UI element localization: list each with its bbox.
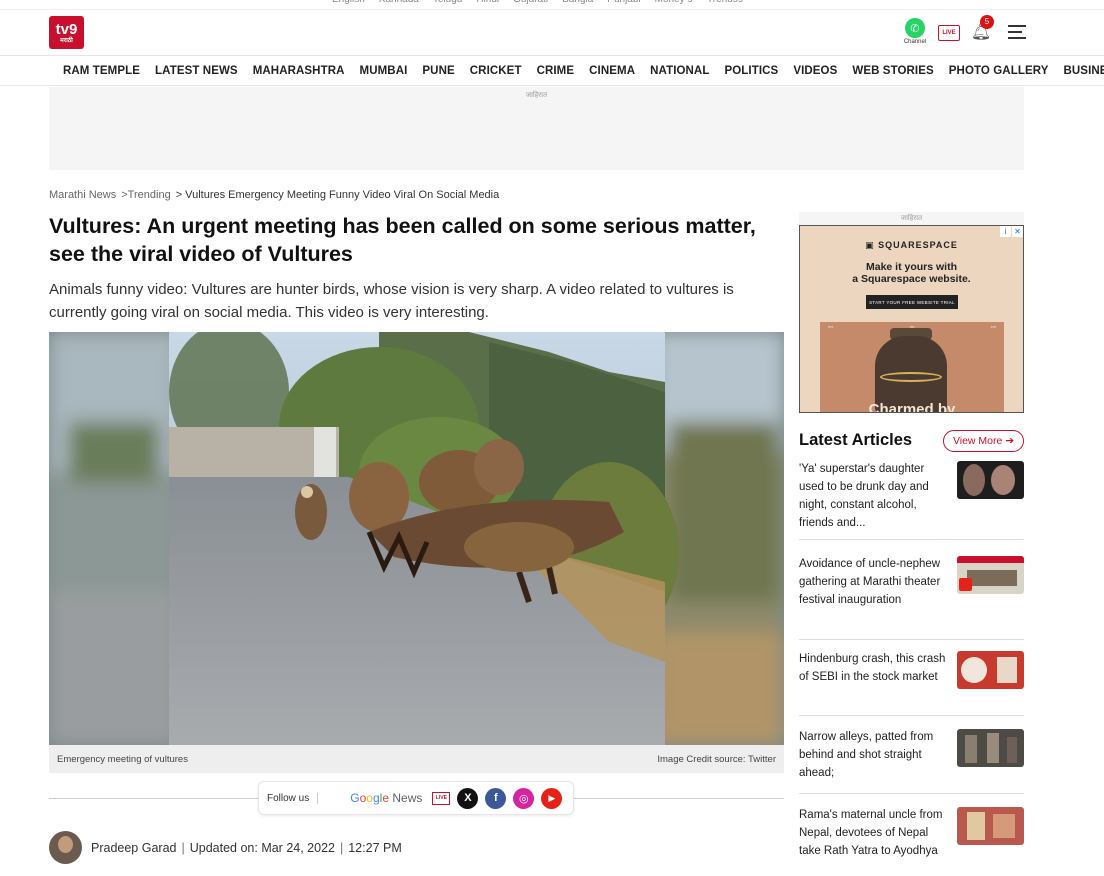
nav-item-mumbai[interactable]: MUMBAI xyxy=(360,65,408,77)
instagram-icon[interactable]: ◎ xyxy=(513,787,535,809)
whatsapp-label: Channel xyxy=(903,39,927,45)
menu-button[interactable] xyxy=(1008,24,1026,39)
latest-article-title[interactable]: Avoidance of uncle-nephew gathering at M… xyxy=(799,555,949,639)
nav-item-politics[interactable]: POLITICS xyxy=(724,65,778,77)
nav-item-latest-news[interactable]: LATEST NEWS xyxy=(155,65,238,77)
author-name[interactable]: Pradeep Garad xyxy=(91,841,176,855)
ad-headline: Make it yours with a Squarespace website… xyxy=(852,261,971,285)
latest-article-thumbnail[interactable] xyxy=(957,807,1024,845)
notification-bell-button[interactable]: 🔔︎ 5 xyxy=(970,14,994,43)
article-summary: Animals funny video: Vultures are hunter… xyxy=(49,281,734,321)
latest-article-item[interactable]: Narrow alleys, patted from behind and sh… xyxy=(799,728,1024,794)
sidebar-ad-label: जाहिरात xyxy=(799,212,1024,225)
menu-icon xyxy=(1008,24,1026,27)
youtube-icon[interactable]: ▶ xyxy=(541,787,563,809)
image-caption-bar: Emergency meeting of vultures Image Cred… xyxy=(49,745,784,773)
latest-article-title[interactable]: 'Ya' superstar's daughter used to be dru… xyxy=(799,460,949,539)
nav-item-maharashtra[interactable]: MAHARASHTRA xyxy=(253,65,345,77)
breadcrumb-current: > Vultures Emergency Meeting Funny Video… xyxy=(175,189,500,201)
ad-cta-button[interactable]: START YOUR FREE WEBSITE TRIAL xyxy=(866,295,958,309)
updated-date: Updated on: Mar 24, 2022 xyxy=(189,840,335,855)
live-tv-button[interactable]: LIVE xyxy=(938,24,960,41)
language-link[interactable]: English xyxy=(332,0,365,5)
nav-item-photo-gallery[interactable]: PHOTO GALLERY xyxy=(949,65,1049,77)
language-bar: English Kannada Telugu Hindi Gujarati Bangla P… xyxy=(0,0,1104,10)
updated-time: 12:27 PM xyxy=(348,840,402,855)
main-navigation: RAM TEMPLE LATEST NEWS MAHARASHTRA MUMBAI PU… xyxy=(0,56,1104,86)
live-tv-icon[interactable]: LIVE xyxy=(432,791,451,805)
latest-article-title[interactable]: Narrow alleys, patted from behind and sh… xyxy=(799,728,949,793)
article-hero-image[interactable] xyxy=(49,332,784,745)
author-line: Pradeep Garad | Updated on: Mar 24, 2022… xyxy=(49,831,402,864)
nav-item-pune[interactable]: PUNE xyxy=(422,65,454,77)
notification-count-badge: 5 xyxy=(980,14,994,29)
latest-articles-title: Latest Articles xyxy=(799,431,913,449)
nav-item-cricket[interactable]: CRICKET xyxy=(470,65,522,77)
latest-article-thumbnail[interactable] xyxy=(957,729,1024,767)
language-link[interactable]: Telugu xyxy=(433,0,462,5)
latest-article-item[interactable]: 'Ya' superstar's daughter used to be dru… xyxy=(799,460,1024,540)
tv9-logo[interactable]: tv9 मराठी xyxy=(49,16,84,49)
language-link[interactable]: Trends9 xyxy=(707,0,743,5)
squarespace-ad[interactable]: i ✕ ▣ SQUARESPACE Make it yours with a S… xyxy=(799,225,1024,413)
ad-close-icon[interactable]: ✕ xyxy=(1012,226,1023,237)
latest-article-item[interactable]: Hindenburg crash, this crash of SEBI in … xyxy=(799,650,1024,716)
logo-text: tv9 xyxy=(55,20,78,38)
image-credit: Image Credit source: Twitter xyxy=(657,753,776,765)
squarespace-brand: ▣ SQUARESPACE xyxy=(865,240,958,250)
latest-article-title[interactable]: Rama's maternal uncle from Nepal, devote… xyxy=(799,806,949,876)
site-header: tv9 मराठी ✆ Channel LIVE 🔔︎ 5 xyxy=(0,10,1104,56)
google-news-link[interactable]: Google News xyxy=(350,791,422,805)
breadcrumb-home-link[interactable]: Marathi News xyxy=(49,189,116,201)
x-twitter-icon[interactable]: X xyxy=(457,787,479,809)
breadcrumb: Marathi News >Trending > Vultures Emerge… xyxy=(49,189,499,201)
vultures-illustration xyxy=(49,332,784,745)
latest-article-thumbnail[interactable] xyxy=(957,461,1024,499)
ad-product-photo: ▪▪▪▪ ▪▪▪▪ ▪▪▪▪ Charmed by xyxy=(820,322,1004,413)
view-more-button[interactable]: View More ➔ xyxy=(943,430,1024,452)
nav-item-crime[interactable]: CRIME xyxy=(537,65,575,77)
language-link[interactable]: Hindi xyxy=(476,0,499,5)
sidebar-ad-slot: जाहिरात i ✕ ▣ SQUARESPACE Make it yours … xyxy=(799,212,1024,413)
follow-us-bar: Follow us Google News LIVE X f ◎ ▶ xyxy=(258,781,574,815)
latest-article-item[interactable]: Rama's maternal uncle from Nepal, devote… xyxy=(799,806,1024,876)
latest-article-thumbnail[interactable] xyxy=(957,556,1024,594)
author-avatar[interactable] xyxy=(49,831,82,864)
breadcrumb-section-link[interactable]: >Trending xyxy=(121,189,170,201)
image-caption: Emergency meeting of vultures xyxy=(57,753,188,765)
nav-item-web-stories[interactable]: WEB STORIES xyxy=(852,65,933,77)
nav-item-cinema[interactable]: CINEMA xyxy=(589,65,635,77)
top-ad-slot: जाहिरात xyxy=(49,87,1024,170)
language-link[interactable]: Kannada xyxy=(379,0,419,5)
latest-article-item[interactable]: Avoidance of uncle-nephew gathering at M… xyxy=(799,555,1024,640)
nav-item-business[interactable]: BUSINESS xyxy=(1063,65,1104,77)
latest-article-title[interactable]: Hindenburg crash, this crash of SEBI in … xyxy=(799,650,949,715)
logo-subtext: मराठी xyxy=(60,37,73,44)
ad-label: जाहिरात xyxy=(525,92,548,99)
language-link[interactable]: Bangla xyxy=(562,0,593,5)
facebook-icon[interactable]: f xyxy=(485,787,507,809)
nav-item-videos[interactable]: VIDEOS xyxy=(793,65,837,77)
nav-item-ram-temple[interactable]: RAM TEMPLE xyxy=(63,65,140,77)
ad-info-icon[interactable]: i xyxy=(1000,226,1011,237)
language-link[interactable]: Gujarati xyxy=(513,0,548,5)
follow-us-label: Follow us xyxy=(267,792,319,804)
whatsapp-channel-button[interactable]: ✆ Channel xyxy=(902,18,928,45)
nav-item-national[interactable]: NATIONAL xyxy=(650,65,709,77)
whatsapp-icon: ✆ xyxy=(905,18,925,38)
article-headline: Vultures: An urgent meeting has been cal… xyxy=(49,214,756,266)
language-link[interactable]: Punjabi xyxy=(607,0,640,5)
ad-tagline: Charmed by xyxy=(868,401,956,413)
language-link[interactable]: Money 9 xyxy=(655,0,693,5)
latest-article-thumbnail[interactable] xyxy=(957,651,1024,689)
